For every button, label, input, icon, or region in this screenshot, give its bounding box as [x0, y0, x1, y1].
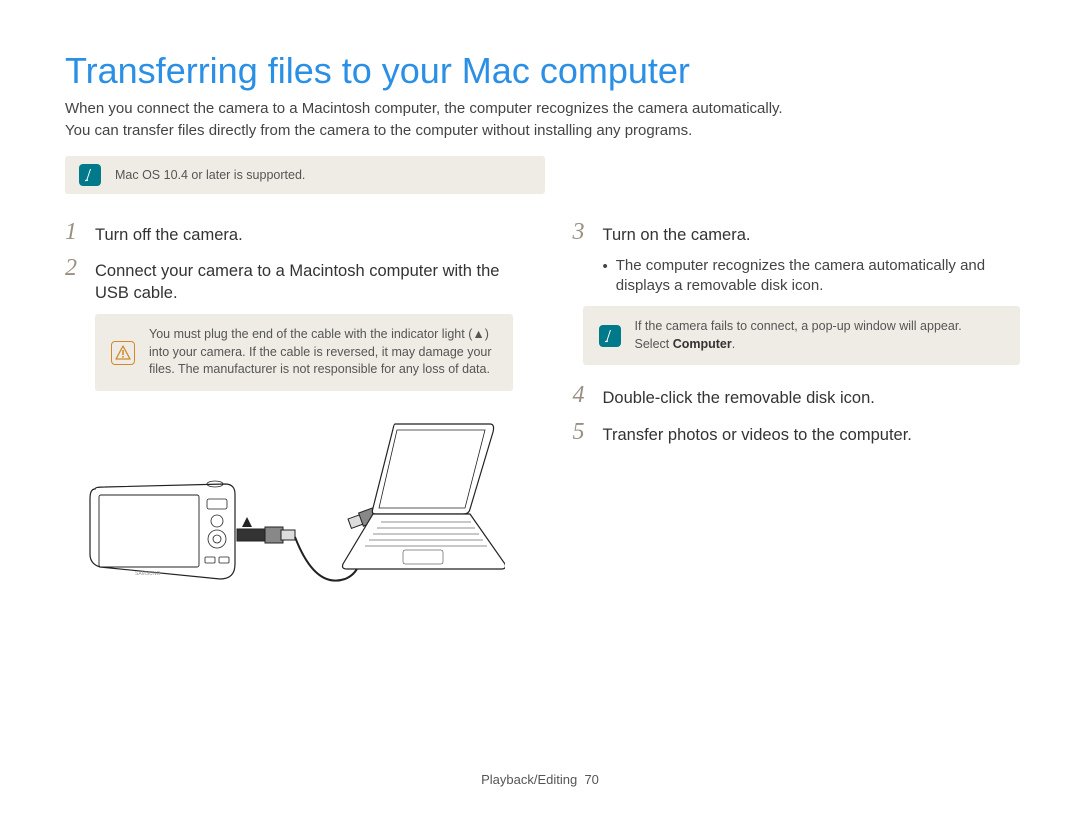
- step-1: 1 Turn off the camera.: [65, 220, 513, 246]
- step-5: 5 Transfer photos or videos to the compu…: [573, 420, 1021, 446]
- step-number-5: 5: [573, 420, 591, 444]
- note-connect-fail: If the camera fails to connect, a pop-up…: [583, 306, 1021, 365]
- bullet-dot-icon: •: [603, 256, 608, 297]
- svg-text:SAMSUNG: SAMSUNG: [135, 571, 160, 577]
- note-mac-os: Mac OS 10.4 or later is supported.: [65, 156, 545, 194]
- intro-line-1: When you connect the camera to a Macinto…: [65, 100, 783, 117]
- step-number-1: 1: [65, 220, 83, 244]
- content-columns: 1 Turn off the camera. 2 Connect your ca…: [65, 220, 1020, 609]
- step-number-4: 4: [573, 383, 591, 407]
- warning-cable-text: You must plug the end of the cable with …: [149, 326, 497, 379]
- manual-page: Transferring files to your Mac computer …: [0, 0, 1080, 815]
- step-number-3: 3: [573, 220, 591, 244]
- page-footer: Playback/Editing 70: [0, 772, 1080, 787]
- step-4-text: Double-click the removable disk icon.: [603, 383, 875, 409]
- step-4: 4 Double-click the removable disk icon.: [573, 383, 1021, 409]
- step-5-text: Transfer photos or videos to the compute…: [603, 420, 912, 446]
- note-line-b-pre: Select: [635, 337, 673, 351]
- note-connect-fail-text: If the camera fails to connect, a pop-up…: [635, 318, 962, 353]
- note-line-b-tail: .: [732, 337, 735, 351]
- page-title: Transferring files to your Mac computer: [65, 50, 1020, 92]
- intro-line-2: You can transfer files directly from the…: [65, 122, 692, 139]
- intro-paragraph: When you connect the camera to a Macinto…: [65, 98, 1020, 142]
- warning-cable: You must plug the end of the cable with …: [95, 314, 513, 391]
- step-2-text: Connect your camera to a Macintosh compu…: [95, 256, 513, 305]
- step-3-bullet: • The computer recognizes the camera aut…: [573, 256, 1021, 297]
- info-icon: [599, 325, 621, 347]
- step-number-2: 2: [65, 256, 83, 280]
- step-3-bullet-text: The computer recognizes the camera autom…: [616, 256, 1020, 297]
- warning-icon: [111, 341, 135, 365]
- note-mac-os-text: Mac OS 10.4 or later is supported.: [115, 168, 305, 182]
- step-1-text: Turn off the camera.: [95, 220, 243, 246]
- note-line-b-bold: Computer: [673, 337, 732, 351]
- left-column: 1 Turn off the camera. 2 Connect your ca…: [65, 220, 513, 609]
- step-3-text: Turn on the camera.: [603, 220, 751, 246]
- note-line-a: If the camera fails to connect, a pop-up…: [635, 319, 962, 333]
- step-3: 3 Turn on the camera.: [573, 220, 1021, 246]
- footer-page-number: 70: [584, 772, 598, 787]
- step-2: 2 Connect your camera to a Macintosh com…: [65, 256, 513, 305]
- info-icon: [79, 164, 101, 186]
- camera-to-laptop-illustration: SAMSUNG: [85, 409, 485, 609]
- right-column: 3 Turn on the camera. • The computer rec…: [573, 220, 1021, 609]
- footer-section: Playback/Editing: [481, 772, 577, 787]
